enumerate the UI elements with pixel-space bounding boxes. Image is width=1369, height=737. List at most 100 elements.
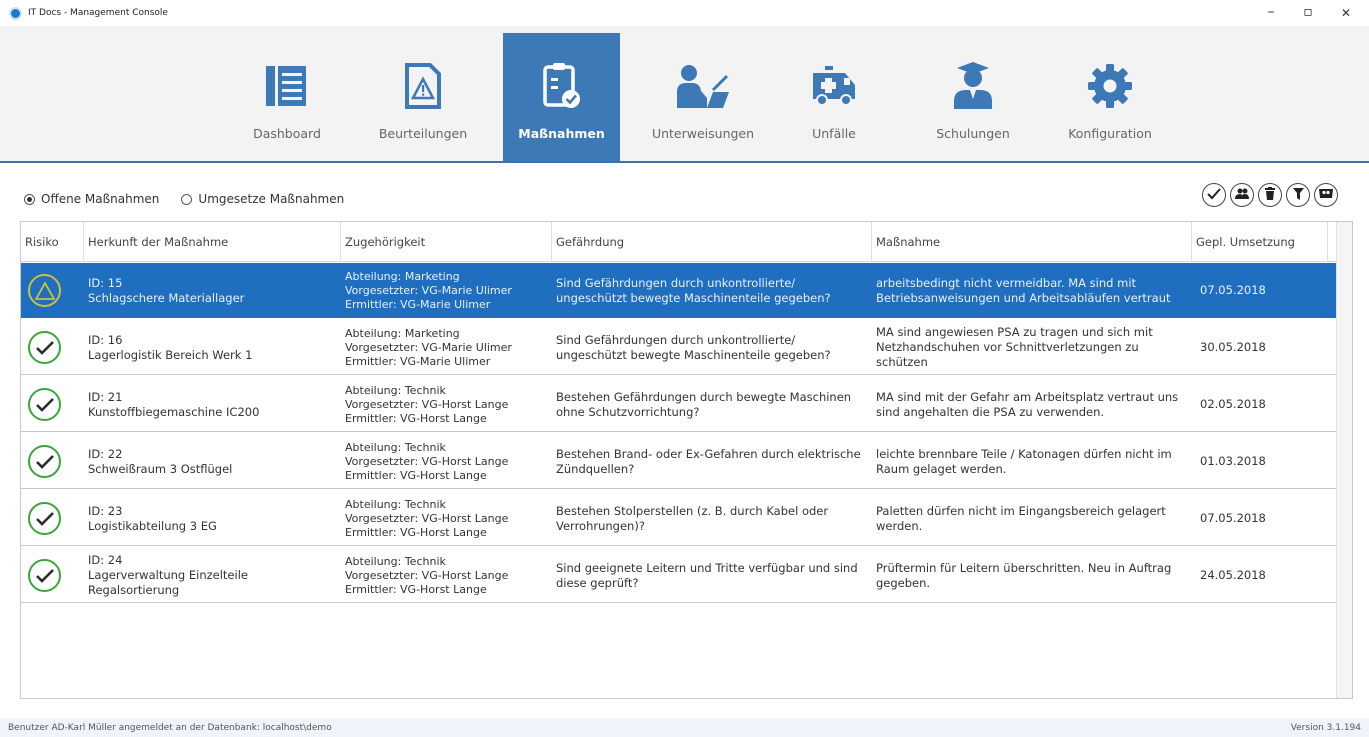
measure-origin: Lagerverwaltung Einzelteile	[88, 568, 248, 582]
belonging-cell: Abteilung: Technik Vorgesetzter: VG-Horst…	[341, 548, 552, 603]
hazard-text: Bestehen Brand- oder Ex-Gefahren durch e…	[556, 446, 861, 476]
trash-icon	[1265, 187, 1275, 203]
table-row[interactable]: ID: 23 Logistikabteilung 3 EG Abteilung: T…	[21, 491, 1337, 546]
measure-text: arbeitsbedingt nicht vermeidbar. MA sind…	[876, 275, 1171, 305]
check-icon	[28, 445, 61, 478]
column-header-measure[interactable]: Maßnahme	[872, 222, 1192, 262]
planned-date: 24.05.2018	[1200, 568, 1266, 582]
department: Abteilung: Technik	[345, 554, 446, 568]
table-row[interactable]: ID: 21 Kunstoffbiegemaschine IC200 Abteilu…	[21, 377, 1337, 432]
filter-done-measures[interactable]: Umgesetze Maßnahmen	[181, 192, 344, 206]
table-row[interactable]: ID: 24 Lagerverwaltung Einzelteile Regalso…	[21, 548, 1337, 603]
measure-id: ID: 23	[88, 503, 123, 518]
check-icon	[28, 559, 61, 592]
origin-cell: ID: 22 Schweißraum 3 Ostflügel	[84, 434, 341, 489]
nav-unfaelle[interactable]: Unfälle	[787, 33, 881, 161]
risk-cell	[21, 377, 84, 432]
planned-date: 07.05.2018	[1200, 283, 1266, 297]
belonging-cell: Abteilung: Technik Vorgesetzter: VG-Horst…	[341, 377, 552, 432]
nav-schulungen[interactable]: Schulungen	[918, 33, 1028, 161]
planned-date-cell: 01.03.2018	[1192, 434, 1328, 489]
nav-label: Maßnahmen	[518, 126, 605, 141]
column-header-belonging[interactable]: Zugehörigkeit	[341, 222, 552, 262]
belonging-cell: Abteilung: Technik Vorgesetzter: VG-Horst…	[341, 491, 552, 546]
radio-selected[interactable]	[24, 193, 35, 205]
supervisor: Vorgesetzter: VG-Marie Ulimer	[345, 340, 512, 354]
hazard-cell: Bestehen Stolperstellen (z. B. durch Kab…	[552, 491, 872, 546]
measure-cell: MA sind mit der Gefahr am Arbeitsplatz v…	[872, 377, 1192, 432]
column-header-risk[interactable]: Risiko	[21, 222, 84, 262]
nav-unterweisungen[interactable]: Unterweisungen	[636, 33, 770, 161]
reporter: Ermittler: VG-Horst Lange	[345, 525, 487, 539]
hazard-cell: Sind Gefährdungen durch unkontrollierte/…	[552, 320, 872, 375]
view-icon	[1319, 188, 1333, 202]
measure-id: ID: 15	[88, 275, 123, 290]
hazard-cell: Bestehen Brand- oder Ex-Gefahren durch e…	[552, 434, 872, 489]
column-header-hazard[interactable]: Gefährdung	[552, 222, 872, 262]
delete-button[interactable]	[1258, 183, 1282, 207]
column-header-origin[interactable]: Herkunft der Maßnahme	[84, 222, 341, 262]
supervisor: Vorgesetzter: VG-Horst Lange	[345, 568, 509, 582]
supervisor: Vorgesetzter: VG-Horst Lange	[345, 454, 509, 468]
belonging-cell: Abteilung: Marketing Vorgesetzter: VG-Mar…	[341, 320, 552, 375]
warning-icon	[28, 274, 61, 307]
planned-date-cell: 07.05.2018	[1192, 491, 1328, 546]
table-row[interactable]: ID: 16 Lagerlogistik Bereich Werk 1 Abteil…	[21, 320, 1337, 375]
toolbar-divider	[0, 161, 1369, 163]
maximize-button[interactable]: ▫	[1293, 4, 1323, 20]
risk-cell	[21, 548, 84, 603]
reporter: Ermittler: VG-Horst Lange	[345, 468, 487, 482]
table-row[interactable]: ID: 15 Schlagschere Materiallager Abteilun…	[21, 263, 1337, 318]
nav-massnahmen[interactable]: Maßnahmen	[503, 33, 620, 161]
measure-id: ID: 16	[88, 332, 123, 347]
department: Abteilung: Marketing	[345, 269, 460, 283]
measure-text: Paletten dürfen nicht im Eingangsbereich…	[876, 503, 1166, 533]
status-user-info: Benutzer AD-Karl Müller angemeldet an de…	[8, 722, 332, 733]
nav-konfiguration[interactable]: Konfiguration	[1046, 33, 1174, 161]
measure-text: Prüftermin für Leitern überschritten. Ne…	[876, 560, 1172, 590]
planned-date-cell: 02.05.2018	[1192, 377, 1328, 432]
close-button[interactable]: ✕	[1331, 6, 1361, 20]
table-header: Risiko Herkunft der Maßnahme Zugehörigke…	[21, 222, 1337, 262]
measure-id: ID: 22	[88, 446, 123, 461]
status-bar: Benutzer AD-Karl Müller angemeldet an de…	[0, 718, 1369, 737]
status-filter: Offene Maßnahmen Umgesetze Maßnahmen	[24, 192, 366, 206]
check-icon	[28, 331, 61, 364]
gear-icon	[1080, 58, 1140, 113]
assign-button[interactable]	[1230, 183, 1254, 207]
view-button[interactable]	[1314, 183, 1338, 207]
planned-date-cell: 07.05.2018	[1192, 263, 1328, 318]
hazard-text: Sind Gefährdungen durch unkontrollierte/…	[556, 332, 831, 362]
measures-table: Risiko Herkunft der Maßnahme Zugehörigke…	[20, 221, 1353, 699]
minimize-button[interactable]: –	[1256, 4, 1286, 20]
app-icon	[9, 6, 22, 20]
graduate-icon	[943, 58, 1003, 113]
risk-cell	[21, 263, 84, 318]
vertical-scrollbar[interactable]	[1336, 222, 1352, 698]
reporter: Ermittler: VG-Marie Ulimer	[345, 297, 491, 311]
nav-beurteilungen[interactable]: Beurteilungen	[358, 33, 488, 161]
nav-dashboard[interactable]: Dashboard	[230, 33, 344, 161]
supervisor: Vorgesetzter: VG-Horst Lange	[345, 511, 509, 525]
filter-open-measures[interactable]: Offene Maßnahmen	[24, 192, 159, 206]
nav-label: Unfälle	[812, 126, 856, 141]
measure-id: ID: 24	[88, 553, 123, 567]
column-header-planned-date[interactable]: Gepl. Umsetzung	[1192, 222, 1328, 262]
measure-cell: Paletten dürfen nicht im Eingangsbereich…	[872, 491, 1192, 546]
risk-cell	[21, 491, 84, 546]
nav-label: Schulungen	[936, 126, 1010, 141]
filter-button[interactable]	[1286, 183, 1310, 207]
supervisor: Vorgesetzter: VG-Horst Lange	[345, 397, 509, 411]
complete-button[interactable]	[1202, 183, 1226, 207]
measure-origin: Logistikabteilung 3 EG	[88, 518, 217, 533]
reporter: Ermittler: VG-Horst Lange	[345, 582, 487, 596]
hazard-cell: Sind Gefährdungen durch unkontrollierte/…	[552, 263, 872, 318]
reporter: Ermittler: VG-Horst Lange	[345, 411, 487, 425]
radio-unselected[interactable]	[181, 193, 193, 205]
nav-label: Beurteilungen	[378, 126, 468, 141]
department: Abteilung: Marketing	[345, 326, 460, 340]
table-row[interactable]: ID: 22 Schweißraum 3 Ostflügel Abteilung: …	[21, 434, 1337, 489]
measure-cell: MA sind angewiesen PSA zu tragen und sic…	[872, 320, 1192, 375]
origin-cell: ID: 23 Logistikabteilung 3 EG	[84, 491, 341, 546]
department: Abteilung: Technik	[345, 440, 446, 454]
